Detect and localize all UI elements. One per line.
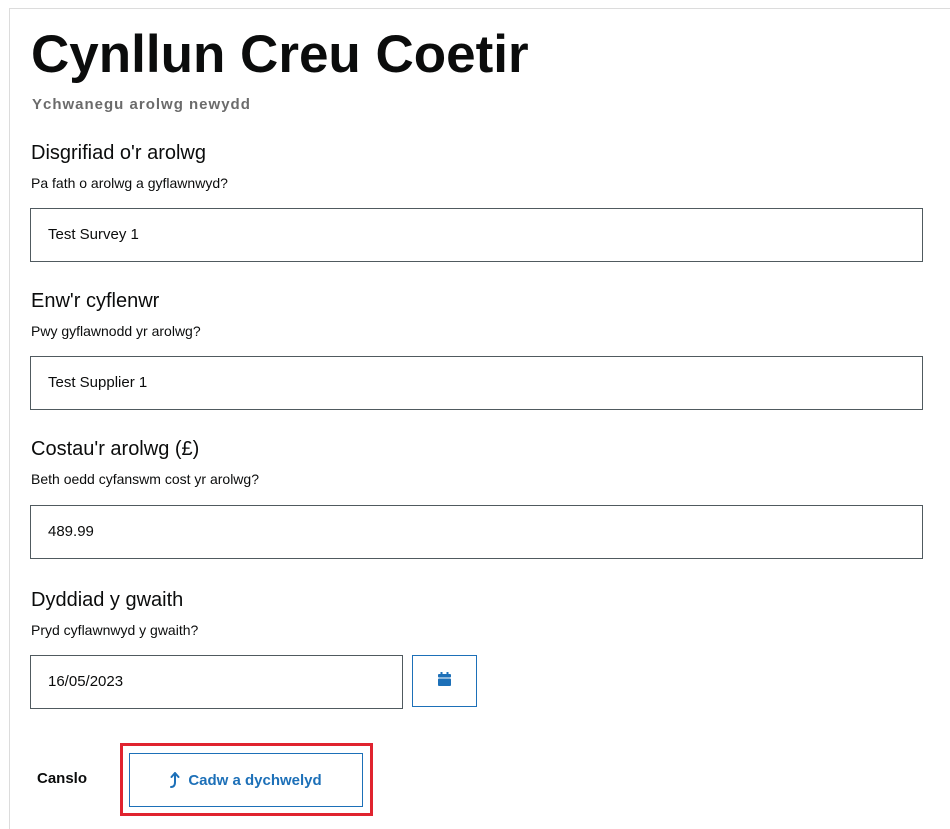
save-button-label: Cadw a dychwelyd	[188, 771, 322, 789]
cancel-link[interactable]: Canslo	[37, 770, 87, 787]
description-label: Disgrifiad o'r arolwg	[31, 142, 206, 164]
frame-left-border	[9, 8, 10, 829]
calendar-icon	[438, 671, 451, 691]
calendar-button[interactable]	[412, 655, 477, 707]
supplier-label: Enw'r cyflenwr	[31, 290, 160, 312]
supplier-hint: Pwy gyflawnodd yr arolwg?	[31, 323, 201, 339]
date-hint: Pryd cyflawnwyd y gwaith?	[31, 622, 199, 638]
cost-input[interactable]: 489.99	[30, 505, 923, 559]
page-subtitle: Ychwanegu arolwg newydd	[32, 96, 251, 113]
page-title: Cynllun Creu Coetir	[31, 25, 529, 84]
date-label: Dyddiad y gwaith	[31, 589, 184, 611]
description-input[interactable]: Test Survey 1	[30, 208, 923, 262]
save-and-return-button[interactable]: Cadw a dychwelyd	[129, 753, 363, 807]
return-arrow-icon	[170, 772, 180, 788]
supplier-input[interactable]: Test Supplier 1	[30, 356, 923, 410]
cost-hint: Beth oedd cyfanswm cost yr arolwg?	[31, 471, 259, 487]
frame-top-border	[9, 8, 950, 9]
date-input[interactable]: 16/05/2023	[30, 655, 403, 709]
description-hint: Pa fath o arolwg a gyflawnwyd?	[31, 175, 228, 191]
cost-label: Costau'r arolwg (£)	[31, 438, 200, 460]
page: Cynllun Creu Coetir Ychwanegu arolwg new…	[0, 0, 950, 829]
